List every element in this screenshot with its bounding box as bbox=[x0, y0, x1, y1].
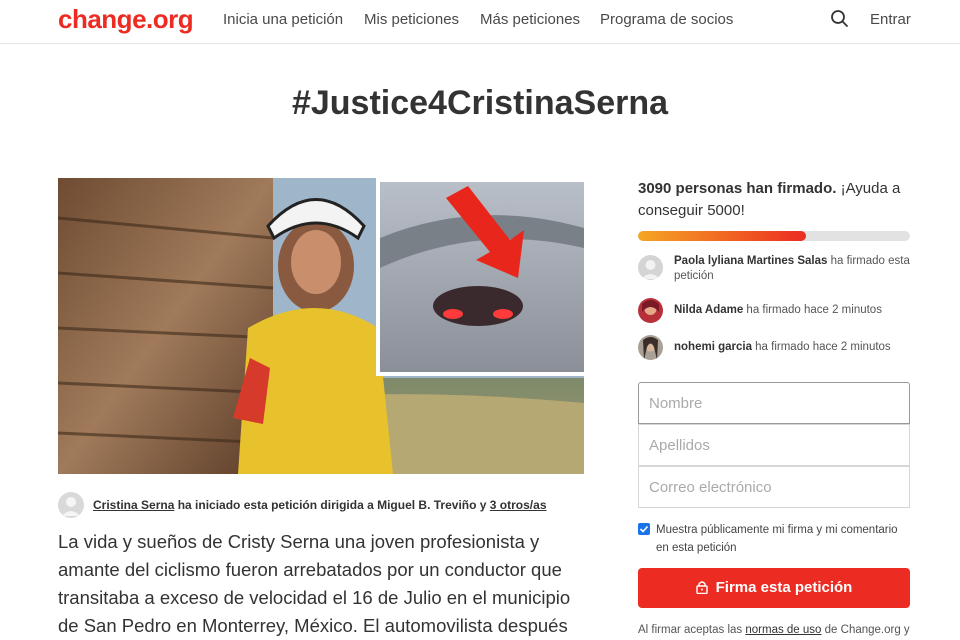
petition-photo bbox=[58, 178, 584, 474]
nav-partner-program[interactable]: Programa de socios bbox=[600, 11, 733, 28]
signer-avatar bbox=[638, 335, 663, 360]
signer-avatar bbox=[638, 298, 663, 323]
signature-count-text: 3090 personas han firmado. bbox=[638, 180, 837, 197]
signature-progress-fill bbox=[638, 231, 807, 241]
recent-signer: nohemi garcia ha firmado hace 2 minutos bbox=[638, 334, 910, 364]
public-signature-option: Muestra públicamente mi firma y mi comen… bbox=[638, 520, 910, 556]
terms-suffix: de Change.org y bbox=[821, 624, 910, 636]
sign-petition-label: Firma esta petición bbox=[715, 578, 853, 596]
last-name-input[interactable] bbox=[638, 424, 910, 466]
nav-more-petitions[interactable]: Más peticiones bbox=[480, 11, 580, 28]
recent-signer: Paola lyliana Martines Salas ha firmado … bbox=[638, 254, 910, 284]
other-targets-link[interactable]: 3 otros/as bbox=[490, 498, 547, 512]
nav-my-petitions[interactable]: Mis peticiones bbox=[364, 11, 459, 28]
signer-name: Nilda Adame bbox=[674, 304, 744, 316]
recent-signer: Nilda Adame ha firmado hace 2 minutos bbox=[638, 297, 910, 327]
terms-of-use-link[interactable]: normas de uso bbox=[745, 624, 821, 636]
petition-title: #Justice4CristinaSerna bbox=[291, 84, 669, 122]
starter-middle-text: ha iniciado esta petición dirigida a bbox=[174, 498, 378, 512]
signature-count: 3090 personas han firmado. ¡Ayuda a cons… bbox=[638, 178, 910, 222]
signer-name: nohemi garcia bbox=[674, 341, 752, 353]
terms-prefix: Al firmar aceptas las bbox=[638, 624, 746, 636]
change-org-logo[interactable]: change.org bbox=[58, 4, 194, 35]
terms-notice: Al firmar aceptas las normas de uso de C… bbox=[638, 624, 938, 636]
decision-maker: Miguel B. Treviño bbox=[377, 498, 477, 512]
signer-avatar bbox=[638, 255, 663, 280]
search-icon[interactable] bbox=[830, 9, 850, 29]
starter-name-link[interactable]: Cristina Serna bbox=[93, 498, 174, 512]
petition-description: La vida y sueños de Cristy Serna una jov… bbox=[58, 531, 571, 636]
signer-action: ha firmado hace 2 minutos bbox=[743, 304, 882, 316]
starter-and-text: y bbox=[476, 498, 490, 512]
signin-link[interactable]: Entrar bbox=[870, 11, 911, 28]
nav-start-petition[interactable]: Inicia una petición bbox=[223, 11, 343, 28]
petition-starter: Cristina Serna ha iniciado esta petición… bbox=[58, 490, 598, 520]
signer-action: ha firmado hace 2 minutos bbox=[751, 341, 891, 353]
email-input[interactable] bbox=[638, 466, 910, 508]
first-name-input[interactable] bbox=[638, 382, 910, 424]
signer-name: Paola lyliana Martines Salas bbox=[674, 255, 828, 267]
lock-icon bbox=[695, 580, 708, 598]
public-signature-checkbox[interactable] bbox=[638, 523, 650, 535]
public-signature-label[interactable]: Muestra públicamente mi firma y mi comen… bbox=[656, 521, 910, 557]
sign-petition-button[interactable]: Firma esta petición bbox=[638, 568, 910, 608]
site-header: change.org Inicia una petición Mis petic… bbox=[0, 0, 960, 44]
signature-progress-bar bbox=[638, 231, 910, 241]
starter-avatar bbox=[58, 492, 84, 518]
